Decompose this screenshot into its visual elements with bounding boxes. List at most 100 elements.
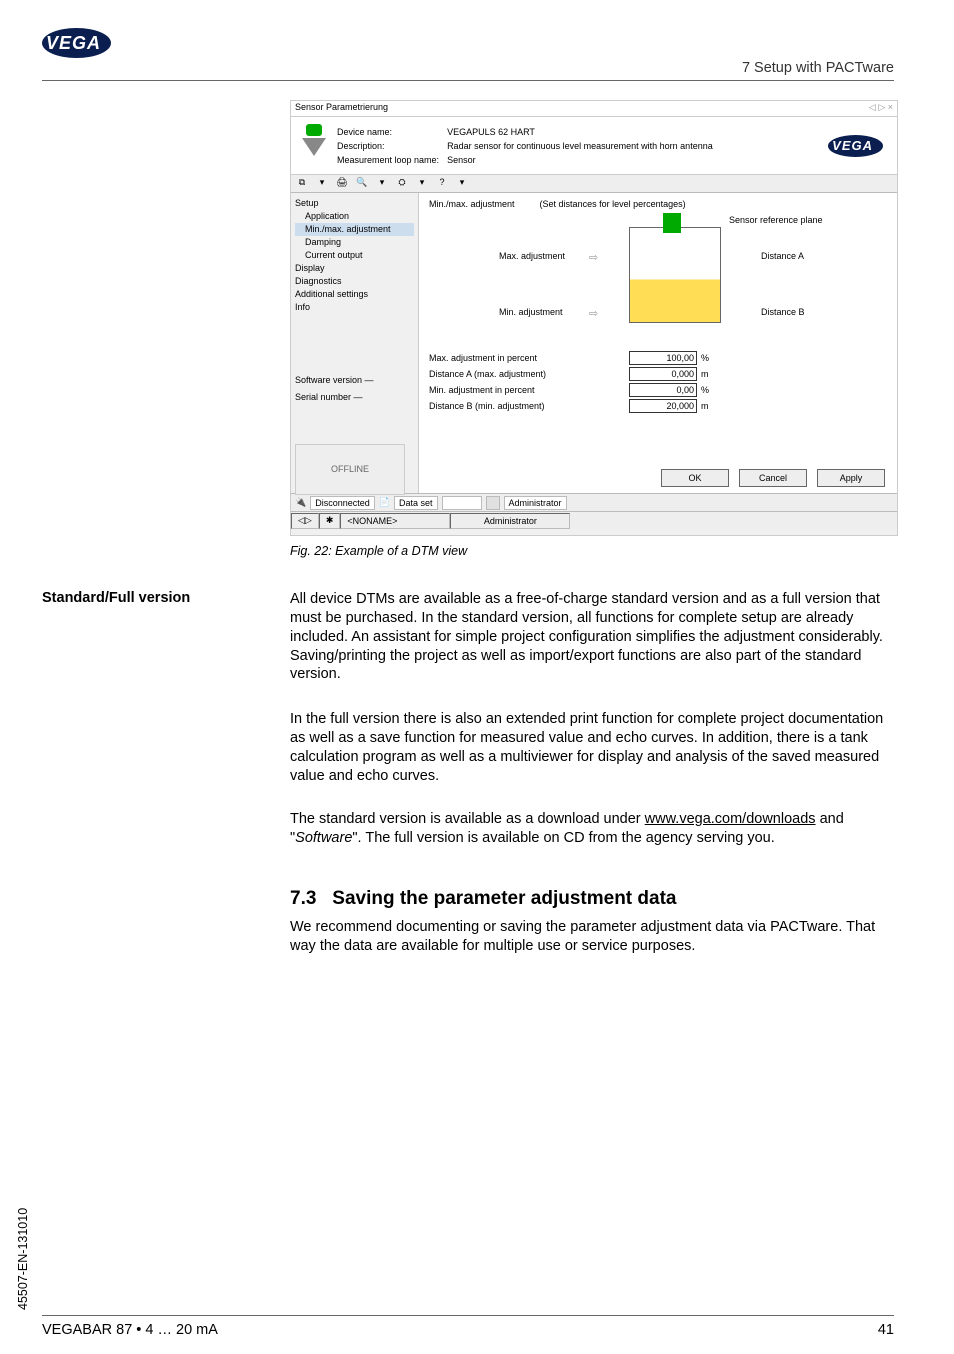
- header-values: VEGAPULS 62 HART Radar sensor for contin…: [447, 125, 713, 167]
- status-noname: <NONAME>: [340, 513, 450, 529]
- max-percent-input[interactable]: [629, 351, 697, 365]
- device-header: Device name: Description: Measurement lo…: [291, 117, 897, 175]
- panel-hint: (Set distances for level percentages): [540, 199, 686, 209]
- toolbar-icon[interactable]: 🔍: [355, 177, 369, 191]
- header-rule: [42, 80, 894, 81]
- document-id: 45507-EN-131010: [16, 1208, 30, 1310]
- max-adj-label: Max. adjustment: [499, 251, 565, 261]
- status-connection: Disconnected: [310, 496, 375, 510]
- heading-number: 7.3: [290, 888, 316, 909]
- status-user: Administrator: [504, 496, 567, 510]
- value-device-name: VEGAPULS 62 HART: [447, 125, 713, 139]
- figure-caption: Fig. 22: Example of a DTM view: [290, 544, 467, 558]
- label-device-name: Device name:: [337, 125, 439, 139]
- sensor-icon: [297, 124, 331, 168]
- field-row: Distance B (min. adjustment) m: [429, 399, 887, 413]
- status-blank: [442, 496, 482, 510]
- min-adj-label: Min. adjustment: [499, 307, 563, 317]
- toolbar-icon[interactable]: 🖨: [335, 177, 349, 191]
- cancel-button[interactable]: Cancel: [739, 469, 807, 487]
- panel-title: Min./max. adjustment: [429, 199, 515, 209]
- tank-diagram: Sensor reference plane Max. adjustment M…: [429, 217, 887, 337]
- footer-rule: [42, 1315, 894, 1316]
- tree-display[interactable]: Display: [295, 262, 414, 275]
- margin-heading: Standard/Full version: [42, 590, 190, 606]
- status-blank2: [486, 496, 500, 510]
- dialog-buttons: OK Cancel Apply: [661, 469, 885, 487]
- apply-button[interactable]: Apply: [817, 469, 885, 487]
- toolbar-icon[interactable]: ⧉: [295, 177, 309, 191]
- tree-minmax[interactable]: Min./max. adjustment: [295, 223, 414, 236]
- section-header: 7 Setup with PACTware: [742, 60, 894, 76]
- tree-application[interactable]: Application: [295, 210, 414, 223]
- tree-additional[interactable]: Additional settings: [295, 288, 414, 301]
- dtm-screenshot: Sensor Parametrierung ◁ ▷ × Device name:…: [290, 100, 898, 536]
- para3-c: ". The full version is available on CD f…: [352, 830, 774, 846]
- field-label: Distance B (min. adjustment): [429, 401, 629, 411]
- status-dataset: Data set: [394, 496, 438, 510]
- tree-serial: Serial number —: [295, 391, 414, 404]
- distance-a-input[interactable]: [629, 367, 697, 381]
- window-controls[interactable]: ◁ ▷ ×: [869, 102, 893, 115]
- page-number: 41: [878, 1322, 894, 1338]
- toolbar-icon[interactable]: ⛭: [395, 177, 409, 191]
- main-panel: Min./max. adjustment (Set distances for …: [419, 193, 897, 493]
- unit: m: [701, 401, 709, 411]
- tree-info[interactable]: Info: [295, 301, 414, 314]
- status-admin: Administrator: [450, 513, 570, 529]
- field-label: Distance A (max. adjustment): [429, 369, 629, 379]
- nav-arrows[interactable]: ◁▷: [291, 513, 319, 529]
- value-loop-name: Sensor: [447, 153, 713, 167]
- unit: %: [701, 353, 709, 363]
- field-row: Max. adjustment in percent %: [429, 351, 887, 365]
- field-row: Min. adjustment in percent %: [429, 383, 887, 397]
- distance-a-label: Distance A: [761, 251, 804, 261]
- footer-product: VEGABAR 87 • 4 … 20 mA: [42, 1322, 218, 1338]
- label-loop-name: Measurement loop name:: [337, 153, 439, 167]
- paragraph-3: The standard version is available as a d…: [290, 810, 892, 848]
- label-description: Description:: [337, 139, 439, 153]
- unit: %: [701, 385, 709, 395]
- paragraph-1: All device DTMs are available as a free-…: [290, 590, 892, 684]
- statusbar-1: 🔌 Disconnected 📄 Data set Administrator: [291, 493, 897, 511]
- toolbar-icon[interactable]: ▾: [455, 177, 469, 191]
- window-titlebar: Sensor Parametrierung ◁ ▷ ×: [291, 101, 897, 117]
- field-label: Max. adjustment in percent: [429, 353, 629, 363]
- window-title: Sensor Parametrierung: [295, 102, 388, 115]
- fields-area: Max. adjustment in percent % Distance A …: [429, 351, 887, 413]
- toolbar-icon[interactable]: ▾: [375, 177, 389, 191]
- field-row: Distance A (max. adjustment) m: [429, 367, 887, 381]
- heading-title: Saving the parameter adjustment data: [332, 888, 676, 909]
- statusbar-2: ◁▷ ✱ <NONAME> Administrator: [291, 511, 897, 529]
- toolbar-icon[interactable]: ▾: [415, 177, 429, 191]
- tree-current-output[interactable]: Current output: [295, 249, 414, 262]
- toolbar-icon[interactable]: ?: [435, 177, 449, 191]
- distance-b-label: Distance B: [761, 307, 805, 317]
- nav-tree: Setup Application Min./max. adjustment D…: [291, 193, 419, 493]
- arrow-icon: ⇨: [589, 251, 617, 264]
- vega-logo-top: VEGA: [42, 28, 111, 58]
- download-link[interactable]: www.vega.com/downloads: [645, 811, 816, 827]
- toolbar-icon[interactable]: ▾: [315, 177, 329, 191]
- value-description: Radar sensor for continuous level measur…: [447, 139, 713, 153]
- ok-button[interactable]: OK: [661, 469, 729, 487]
- tree-damping[interactable]: Damping: [295, 236, 414, 249]
- status-star: ✱: [319, 513, 341, 529]
- vega-logo-text: VEGA: [42, 28, 111, 58]
- panel-header: Min./max. adjustment (Set distances for …: [429, 199, 887, 209]
- tree-sw-version: Software version —: [295, 374, 414, 387]
- section-heading-7-3: 7.3 Saving the parameter adjustment data: [290, 888, 676, 910]
- sensor-ref-icon: [663, 213, 681, 233]
- tree-diagnostics[interactable]: Diagnostics: [295, 275, 414, 288]
- min-percent-input[interactable]: [629, 383, 697, 397]
- distance-b-input[interactable]: [629, 399, 697, 413]
- tree-setup[interactable]: Setup: [295, 197, 414, 210]
- ref-plane-label: Sensor reference plane: [729, 215, 823, 225]
- ss-body: Setup Application Min./max. adjustment D…: [291, 193, 897, 493]
- para3-a: The standard version is available as a d…: [290, 811, 645, 827]
- header-labels: Device name: Description: Measurement lo…: [337, 125, 439, 167]
- arrow-icon: ⇨: [589, 307, 617, 320]
- toolbar: ⧉ ▾ 🖨 🔍 ▾ ⛭ ▾ ? ▾: [291, 175, 897, 193]
- field-label: Min. adjustment in percent: [429, 385, 629, 395]
- unit: m: [701, 369, 709, 379]
